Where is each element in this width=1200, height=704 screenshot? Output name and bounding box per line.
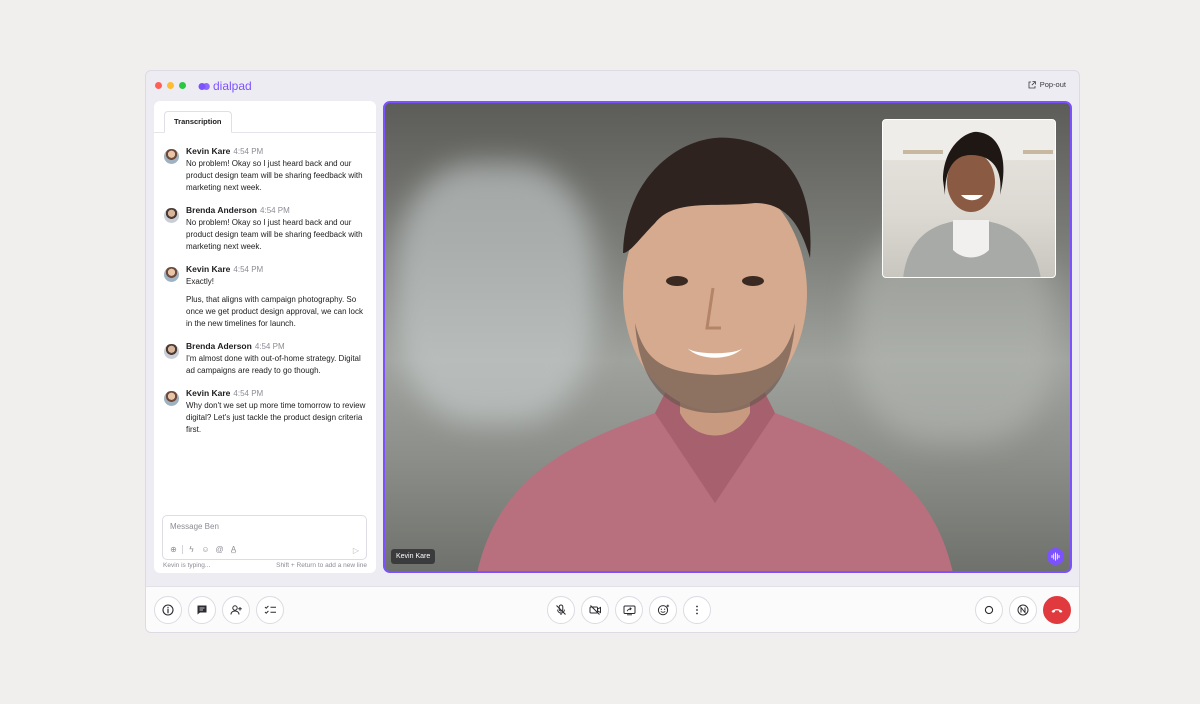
avatar [164,267,179,282]
minimize-window-button[interactable] [167,82,174,89]
message-text: Why don't we set up more time tomorrow t… [186,401,366,434]
share-screen-button[interactable] [615,596,643,624]
transcription-panel: Transcription Kevin Kare 4:54 PM No probl… [154,101,376,573]
main-video: Kevin Kare [383,101,1072,573]
message-author: Brenda Aderson [186,341,252,351]
message-text: Plus, that aligns with campaign photogra… [186,295,363,328]
external-link-icon [1028,80,1036,88]
composer-toolbar: ⊕ ϟ ☺ @ A̲ [168,545,239,554]
message-text: No problem! Okay so I just heard back an… [186,218,363,251]
message-author: Kevin Kare [186,146,231,156]
message-text: Exactly! [186,277,215,286]
ai-assist-button[interactable] [1009,596,1037,624]
record-button[interactable] [975,596,1003,624]
message-author: Brenda Anderson [186,205,258,215]
popout-label: Pop-out [1039,80,1066,89]
list-item: Brenda Anderson 4:54 PM No problem! Okay … [154,204,376,253]
end-call-button[interactable] [1043,596,1071,624]
list-item: Kevin Kare 4:54 PM Why don't we set up mo… [154,387,376,436]
info-icon [162,604,174,616]
people-icon [230,605,242,615]
message-text: I'm almost done with out-of-home strateg… [186,354,361,375]
reactions-button[interactable] [649,596,677,624]
message-time: 4:54 PM [233,147,264,156]
emoji-icon[interactable]: ☺ [200,545,211,554]
message-composer: ⊕ ϟ ☺ @ A̲ ▷ [162,515,367,560]
action-items-button[interactable] [256,596,284,624]
message-list: Kevin Kare 4:54 PM No problem! Okay so I … [154,145,376,446]
chat-icon [197,605,207,615]
checklist-icon [264,605,276,614]
mic-off-icon [556,604,566,615]
more-options-button[interactable] [683,596,711,624]
close-window-button[interactable] [155,82,162,89]
chat-button[interactable] [188,596,216,624]
panel-tabs: Transcription [154,101,376,133]
toolbar-divider [182,545,183,554]
composer-hint: Shift + Return to add a new line [276,562,367,569]
message-input[interactable] [170,522,350,531]
message-time: 4:54 PM [233,389,264,398]
audio-indicator-button[interactable] [1047,548,1064,565]
message-author: Kevin Kare [186,264,231,274]
end-call-icon [1051,608,1063,613]
camera-button[interactable] [581,596,609,624]
list-item: Kevin Kare 4:54 PM Exactly! Plus, that al… [154,263,376,330]
screen-share-icon [623,605,635,616]
lightning-icon[interactable]: ϟ [186,545,197,554]
list-item: Kevin Kare 4:54 PM No problem! Okay so I … [154,145,376,194]
typing-status: Kevin is typing... [163,562,211,569]
avatar [164,391,179,406]
popout-button[interactable]: Pop-out [1028,80,1066,89]
participants-button[interactable] [222,596,250,624]
brand-name: dialpad [213,79,252,93]
app-window: dialpad Pop-out Transcription Kevin Kare… [145,70,1080,633]
mute-button[interactable] [547,596,575,624]
info-button[interactable] [154,596,182,624]
text-format-icon[interactable]: A̲ [228,545,239,554]
maximize-window-button[interactable] [179,82,186,89]
ai-icon [1017,604,1029,616]
send-icon[interactable]: ▷ [353,546,359,555]
more-icon [696,605,698,615]
avatar [164,149,179,164]
brand-logo: dialpad [198,79,252,93]
participant-video-feed [883,120,1055,277]
title-bar: dialpad Pop-out [146,71,1079,101]
self-view-video[interactable] [882,119,1056,278]
reaction-icon [657,604,669,616]
message-time: 4:54 PM [260,206,290,215]
call-controls-bar [146,586,1079,632]
message-time: 4:54 PM [254,342,285,351]
list-item: Brenda Aderson 4:54 PM I'm almost done wi… [154,340,376,377]
message-author: Kevin Kare [186,388,231,398]
add-attachment-icon[interactable]: ⊕ [168,545,179,554]
dialpad-logo-icon [198,82,210,90]
record-icon [984,605,994,615]
avatar [164,208,179,223]
window-controls [155,82,186,89]
video-off-icon [589,605,601,615]
message-text: No problem! Okay so I just heard back an… [186,159,363,192]
waveform-icon [1051,552,1060,561]
mention-icon[interactable]: @ [214,545,225,554]
message-time: 4:54 PM [233,265,264,274]
tab-transcription[interactable]: Transcription [164,111,232,133]
speaker-name-label: Kevin Kare [391,549,436,564]
avatar [164,344,179,359]
